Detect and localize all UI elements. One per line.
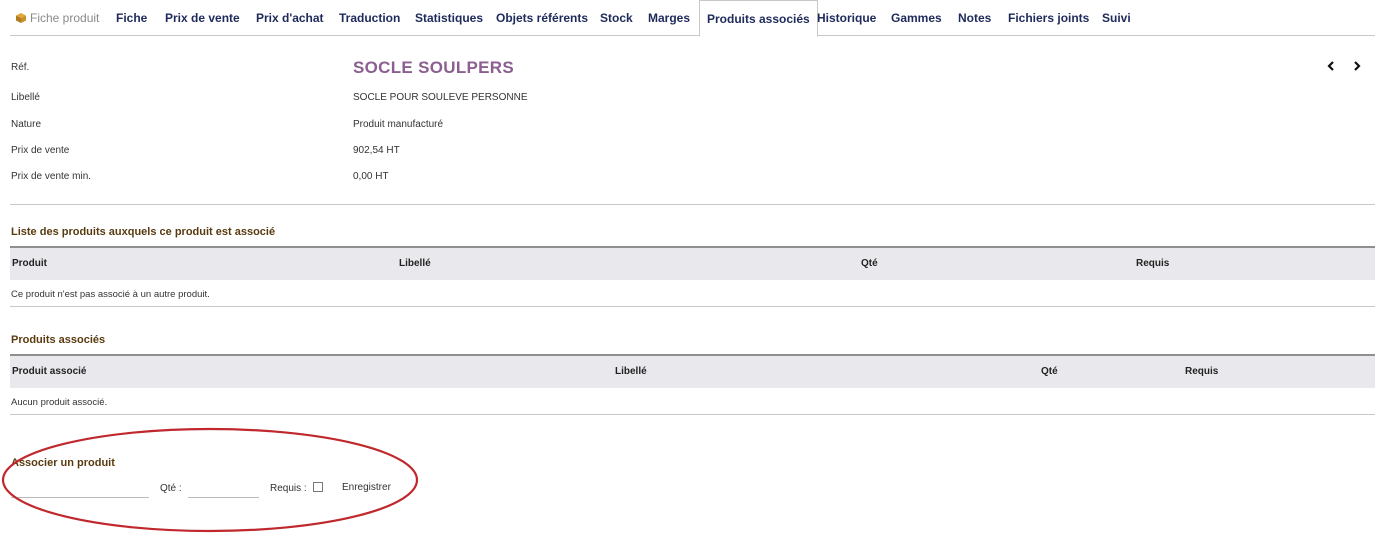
libelle-label: Libellé [11,92,40,103]
tab-historique[interactable]: Historique [817,0,876,36]
tab-fiche[interactable]: Fiche [116,0,147,36]
libelle-value: SOCLE POUR SOULEVE PERSONNE [353,92,528,103]
column-header-requis[interactable]: Requis [1136,258,1169,269]
divider [10,204,1375,205]
min-price-label: Prix de vente min. [11,171,92,182]
column-header-requis[interactable]: Requis [1185,366,1218,377]
price-value: 902,54 HT [353,145,400,156]
tab-marges[interactable]: Marges [648,0,690,36]
tab-prix-de-vente[interactable]: Prix de vente [165,0,240,36]
chevron-left-icon[interactable] [1324,58,1338,74]
column-header-produit[interactable]: Produit [12,258,47,269]
ref-label: Réf. [11,62,30,73]
parent-products-empty-message: Ce produit n'est pas associé à un autre … [11,289,210,300]
divider [10,306,1375,307]
tab-fiche-produit[interactable]: Fiche produit [16,0,99,36]
tab-stock[interactable]: Stock [600,0,633,36]
parent-products-title: Liste des produits auxquels ce produit e… [11,226,276,238]
tab-gammes[interactable]: Gammes [891,0,942,36]
product-ref: SOCLE SOULPERS [353,58,515,77]
tab-produits-associes[interactable]: Produits associés [699,0,818,37]
nature-value: Produit manufacturé [353,119,444,130]
min-price-value: 0,00 HT [353,171,389,182]
column-header-libelle[interactable]: Libellé [399,258,431,269]
tab-notes[interactable]: Notes [958,0,991,36]
product-cube-icon [16,13,26,23]
tab-fichiers-joints[interactable]: Fichiers joints [1008,0,1089,36]
column-header-qte[interactable]: Qté [861,258,878,269]
column-header-qte[interactable]: Qté [1041,366,1058,377]
chevron-right-icon[interactable] [1350,58,1364,74]
tab-bar: Fiche produit Fiche Prix de vente Prix d… [10,0,1375,37]
tab-statistiques[interactable]: Statistiques [415,0,483,36]
parent-products-table-header: Produit Libellé Qté Requis [10,248,1375,280]
tab-prix-d-achat[interactable]: Prix d'achat [256,0,324,36]
annotation-ellipse [1,427,419,533]
column-header-produit-associe[interactable]: Produit associé [12,366,86,377]
price-label: Prix de vente [11,145,70,156]
divider [10,414,1375,415]
column-header-libelle[interactable]: Libellé [615,366,647,377]
associated-products-empty-message: Aucun produit associé. [11,397,108,408]
nature-label: Nature [11,119,42,130]
associated-products-table-header: Produit associé Libellé Qté Requis [10,356,1375,388]
tab-traduction[interactable]: Traduction [339,0,400,36]
associated-products-title: Produits associés [11,334,106,346]
tab-suivi[interactable]: Suivi [1102,0,1131,36]
tab-objets-referents[interactable]: Objets référents [496,0,588,36]
tab-label: Fiche produit [30,11,100,25]
